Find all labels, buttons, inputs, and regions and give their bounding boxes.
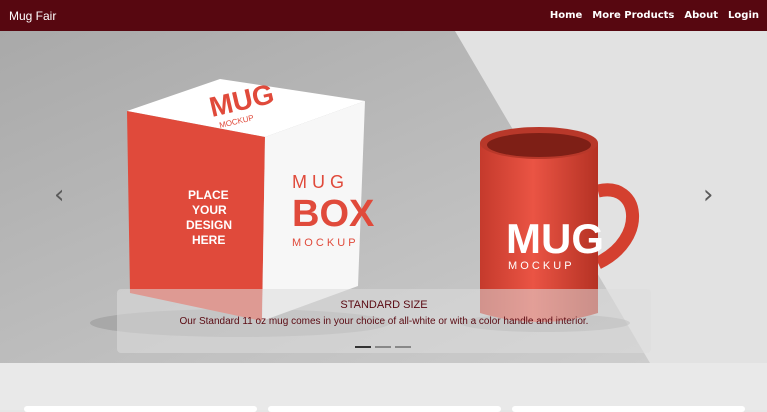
chevron-right-icon: › — [703, 180, 714, 210]
carousel-next-button[interactable]: › — [703, 182, 713, 208]
carousel-indicator-3[interactable] — [395, 346, 411, 348]
product-card-1[interactable] — [24, 406, 257, 412]
carousel-caption: STANDARD SIZE Our Standard 11 oz mug com… — [117, 289, 651, 353]
mug-sub: M O C K U P — [508, 260, 572, 272]
box-front-title-3: M O C K U P — [292, 237, 356, 249]
caption-text: Our Standard 11 oz mug comes in your cho… — [179, 316, 589, 327]
product-card-2[interactable] — [268, 406, 501, 412]
nav-link-home[interactable]: Home — [550, 10, 582, 21]
navbar: Mug Fair Home More Products About Login — [0, 0, 767, 31]
caption-title: STANDARD SIZE — [340, 299, 428, 311]
nav-links: Home More Products About Login — [550, 10, 759, 21]
content-section — [0, 363, 767, 410]
carousel-indicator-1[interactable] — [355, 346, 371, 348]
brand-logo[interactable]: Mug Fair — [9, 9, 56, 23]
box-side-line-4: HERE — [192, 233, 225, 247]
box-front-title-1: M U G — [292, 172, 344, 192]
carousel-indicators — [355, 346, 411, 348]
nav-link-more-products[interactable]: More Products — [592, 10, 674, 21]
nav-link-about[interactable]: About — [684, 10, 718, 21]
carousel-indicator-2[interactable] — [375, 346, 391, 348]
carousel-prev-button[interactable]: ‹ — [54, 182, 64, 208]
product-card-3[interactable] — [512, 406, 745, 412]
box-side-line-2: YOUR — [192, 203, 227, 217]
box-side-line-3: DESIGN — [186, 218, 232, 232]
mug-title: MUG — [506, 215, 604, 262]
nav-link-login[interactable]: Login — [728, 10, 759, 21]
box-front-title-2: BOX — [292, 193, 375, 235]
chevron-left-icon: ‹ — [54, 180, 65, 210]
box-side-line-1: PLACE — [188, 188, 229, 202]
